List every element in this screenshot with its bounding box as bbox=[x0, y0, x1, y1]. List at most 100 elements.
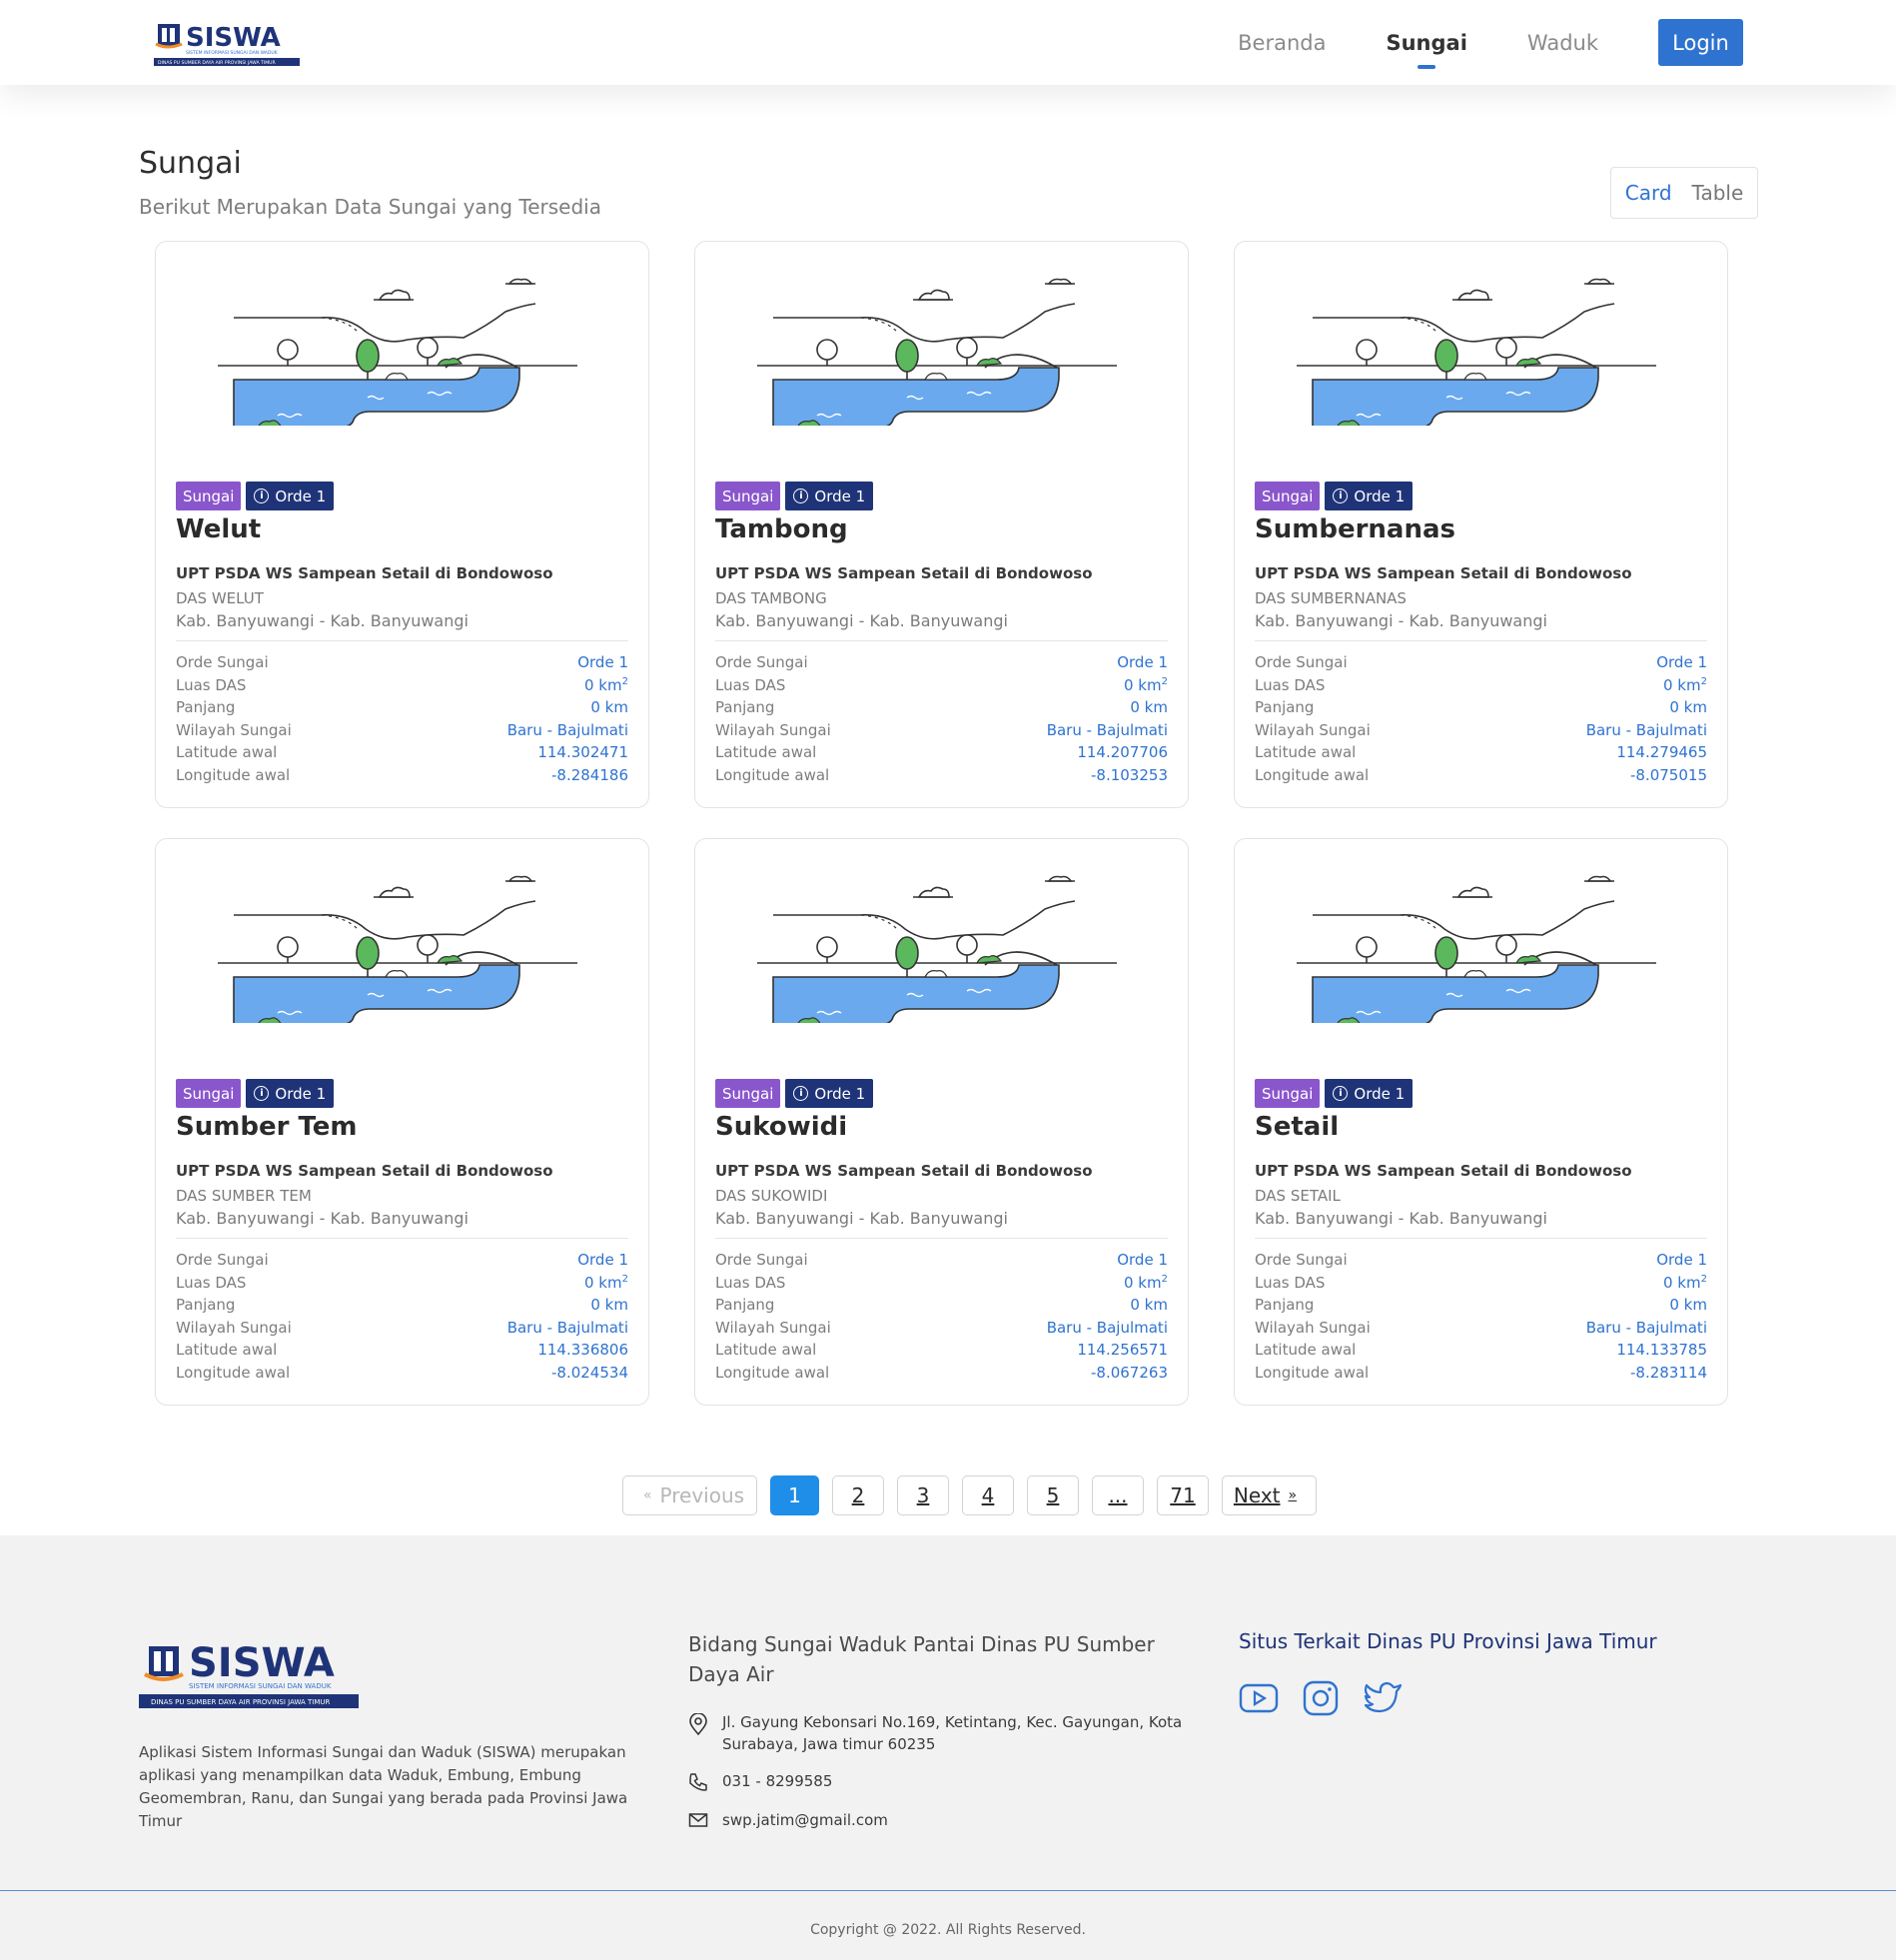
detail-value: 0 km bbox=[1130, 698, 1168, 716]
nav-sungai[interactable]: Sungai bbox=[1386, 31, 1466, 55]
detail-label: Panjang bbox=[176, 1296, 236, 1314]
nav-waduk[interactable]: Waduk bbox=[1527, 31, 1598, 55]
page-subtitle: Berikut Merupakan Data Sungai yang Terse… bbox=[139, 195, 601, 219]
detail-row-latitude: Latitude awal 114.302471 bbox=[176, 743, 628, 766]
social-links bbox=[1239, 1680, 1403, 1716]
pagination-page-4[interactable]: 4 bbox=[962, 1475, 1014, 1515]
login-button[interactable]: Login bbox=[1658, 19, 1743, 66]
badge-orde: i Orde 1 bbox=[1325, 1079, 1414, 1108]
detail-value: 114.302471 bbox=[537, 743, 628, 761]
detail-value: Orde 1 bbox=[1117, 1251, 1168, 1269]
svg-text:SISWA: SISWA bbox=[186, 23, 281, 53]
instagram-icon[interactable] bbox=[1303, 1680, 1339, 1716]
river-card-6[interactable]: Sungai i Orde 1 Setail UPT PSDA WS Sampe… bbox=[1234, 838, 1728, 1406]
twitter-icon[interactable] bbox=[1363, 1680, 1403, 1716]
river-badges: Sungai i Orde 1 bbox=[715, 1079, 874, 1108]
pagination-next[interactable]: Next » bbox=[1222, 1475, 1317, 1515]
pagination-page-2[interactable]: 2 bbox=[832, 1475, 884, 1515]
detail-value: -8.284186 bbox=[551, 765, 628, 784]
detail-value: Baru - Bajulmati bbox=[1585, 720, 1707, 739]
river-upt: UPT PSDA WS Sampean Setail di Bondowoso bbox=[1255, 564, 1632, 582]
pagination-page-71[interactable]: 71 bbox=[1157, 1475, 1209, 1515]
detail-value: 0 km2 bbox=[584, 675, 628, 694]
youtube-icon[interactable] bbox=[1239, 1680, 1279, 1716]
river-card-3[interactable]: Sungai i Orde 1 Sumbernanas UPT PSDA WS … bbox=[1234, 241, 1728, 808]
detail-row-luas: Luas DAS 0 km2 bbox=[1255, 1274, 1707, 1297]
river-card-4[interactable]: Sungai i Orde 1 Sumber Tem UPT PSDA WS S… bbox=[155, 838, 649, 1406]
river-details: Orde Sungai Orde 1 Luas DAS 0 km2 Panjan… bbox=[1255, 1251, 1707, 1386]
footer-address: Jl. Gayung Kebonsari No.169, Ketintang, … bbox=[688, 1711, 1208, 1755]
river-upt: UPT PSDA WS Sampean Setail di Bondowoso bbox=[715, 564, 1093, 582]
river-card-5[interactable]: Sungai i Orde 1 Sukowidi UPT PSDA WS Sam… bbox=[694, 838, 1189, 1406]
pagination-previous[interactable]: « Previous bbox=[622, 1475, 757, 1515]
river-das: DAS SUMBERNANAS bbox=[1255, 589, 1407, 607]
river-details: Orde Sungai Orde 1 Luas DAS 0 km2 Panjan… bbox=[715, 1251, 1168, 1386]
detail-value: 0 km bbox=[1669, 698, 1707, 716]
detail-label: Wilayah Sungai bbox=[1255, 720, 1371, 739]
detail-row-latitude: Latitude awal 114.133785 bbox=[1255, 1341, 1707, 1364]
river-illustration bbox=[757, 256, 1129, 429]
info-icon: i bbox=[254, 1086, 270, 1101]
river-name: Setail bbox=[1255, 1112, 1340, 1142]
pagination: « Previous 1 2 3 4 5 ... 71 Next » bbox=[622, 1475, 1317, 1515]
detail-label: Luas DAS bbox=[176, 1273, 247, 1292]
footer-phone[interactable]: 031 - 8299585 bbox=[688, 1770, 1208, 1792]
river-badges: Sungai i Orde 1 bbox=[715, 482, 874, 510]
info-icon: i bbox=[793, 1086, 809, 1101]
river-upt: UPT PSDA WS Sampean Setail di Bondowoso bbox=[176, 564, 553, 582]
toggle-table-view[interactable]: Table bbox=[1692, 181, 1744, 205]
nav-beranda[interactable]: Beranda bbox=[1238, 31, 1326, 55]
badge-orde: i Orde 1 bbox=[785, 1079, 874, 1108]
footer-divider bbox=[0, 1890, 1896, 1891]
detail-label: Longitude awal bbox=[1255, 765, 1370, 784]
card-divider bbox=[715, 640, 1168, 641]
badge-type: Sungai bbox=[715, 1079, 781, 1108]
detail-row-orde: Orde Sungai Orde 1 bbox=[1255, 653, 1707, 676]
detail-value: Orde 1 bbox=[1656, 653, 1707, 671]
detail-value: 114.207706 bbox=[1077, 743, 1168, 761]
badge-orde: i Orde 1 bbox=[246, 1079, 335, 1108]
info-icon: i bbox=[1333, 1086, 1349, 1101]
detail-row-panjang: Panjang 0 km bbox=[1255, 1296, 1707, 1319]
card-divider bbox=[176, 1238, 628, 1239]
badge-orde: i Orde 1 bbox=[246, 482, 335, 510]
footer-siswa-logo: SISWA SISTEM INFORMASI SUNGAI DAN WADUK … bbox=[139, 1638, 361, 1713]
river-card-2[interactable]: Sungai i Orde 1 Tambong UPT PSDA WS Samp… bbox=[694, 241, 1189, 808]
navbar: SISWA SISTEM INFORMASI SUNGAI DAN WADUK … bbox=[0, 0, 1896, 85]
pagination-page-1[interactable]: 1 bbox=[770, 1475, 819, 1515]
siswa-logo[interactable]: SISWA SISTEM INFORMASI SUNGAI DAN WADUK … bbox=[154, 20, 302, 70]
river-kabupaten: Kab. Banyuwangi - Kab. Banyuwangi bbox=[176, 611, 469, 630]
river-name: Sukowidi bbox=[715, 1112, 848, 1142]
footer-email[interactable]: swp.jatim@gmail.com bbox=[688, 1809, 1208, 1831]
detail-label: Longitude awal bbox=[715, 1363, 830, 1382]
svg-text:SISWA: SISWA bbox=[189, 1640, 335, 1686]
pagination-page-3[interactable]: 3 bbox=[897, 1475, 949, 1515]
detail-row-latitude: Latitude awal 114.336806 bbox=[176, 1341, 628, 1364]
detail-row-panjang: Panjang 0 km bbox=[176, 1296, 628, 1319]
river-illustration bbox=[1297, 853, 1668, 1026]
pagination-page-5[interactable]: 5 bbox=[1027, 1475, 1079, 1515]
detail-label: Panjang bbox=[1255, 698, 1315, 716]
detail-row-wilayah: Wilayah Sungai Baru - Bajulmati bbox=[176, 721, 628, 744]
detail-row-orde: Orde Sungai Orde 1 bbox=[176, 1251, 628, 1274]
mail-icon bbox=[688, 1813, 708, 1827]
badge-orde: i Orde 1 bbox=[785, 482, 874, 510]
detail-label: Longitude awal bbox=[176, 1363, 291, 1382]
detail-label: Panjang bbox=[176, 698, 236, 716]
river-details: Orde Sungai Orde 1 Luas DAS 0 km2 Panjan… bbox=[1255, 653, 1707, 788]
river-card-1[interactable]: Sungai i Orde 1 Welut UPT PSDA WS Sampea… bbox=[155, 241, 649, 808]
detail-label: Wilayah Sungai bbox=[715, 720, 831, 739]
river-illustration bbox=[757, 853, 1129, 1026]
detail-value: 114.133785 bbox=[1616, 1341, 1707, 1359]
river-upt: UPT PSDA WS Sampean Setail di Bondowoso bbox=[1255, 1162, 1632, 1180]
chevron-right-icon: » bbox=[1288, 1487, 1298, 1503]
pagination-ellipsis[interactable]: ... bbox=[1092, 1475, 1144, 1515]
badge-orde-label: Orde 1 bbox=[275, 1084, 327, 1103]
footer-phone-text: 031 - 8299585 bbox=[722, 1772, 833, 1790]
detail-row-longitude: Longitude awal -8.075015 bbox=[1255, 766, 1707, 789]
detail-label: Latitude awal bbox=[176, 743, 278, 761]
toggle-card-view[interactable]: Card bbox=[1625, 181, 1672, 205]
river-details: Orde Sungai Orde 1 Luas DAS 0 km2 Panjan… bbox=[176, 1251, 628, 1386]
river-details: Orde Sungai Orde 1 Luas DAS 0 km2 Panjan… bbox=[715, 653, 1168, 788]
detail-label: Wilayah Sungai bbox=[715, 1318, 831, 1337]
